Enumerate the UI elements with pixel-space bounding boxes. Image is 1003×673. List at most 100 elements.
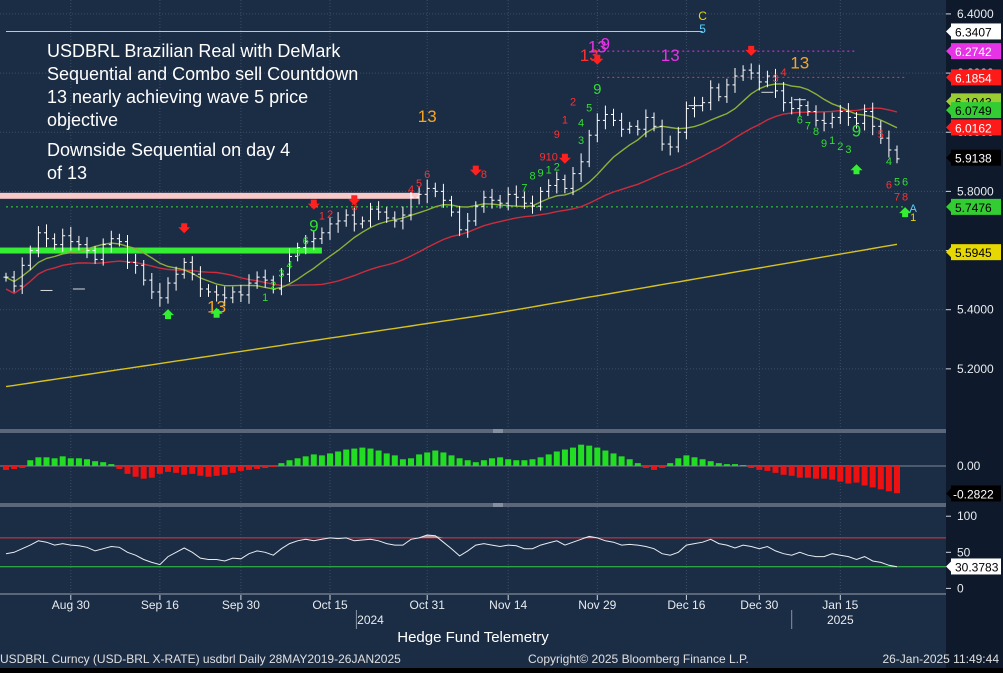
price-badge: 6.1854 bbox=[946, 69, 1001, 86]
footer-copyright: Copyright© 2025 Bloomberg Finance L.P. bbox=[528, 652, 749, 666]
macd-histogram-bar bbox=[108, 464, 115, 467]
macd-separator[interactable] bbox=[0, 429, 946, 433]
x-tick-label: Aug 30 bbox=[52, 598, 90, 612]
price-badge-label: 6.0162 bbox=[955, 121, 992, 135]
macd-histogram-bar bbox=[367, 448, 374, 467]
td-setup-count: 1 bbox=[829, 135, 835, 147]
macd-histogram-bar bbox=[383, 453, 390, 467]
x-tick-label: Nov 14 bbox=[489, 598, 527, 612]
macd-histogram-bar bbox=[602, 450, 609, 467]
td-setup-count: 9 bbox=[554, 129, 560, 141]
price-tick-label: 5.8000 bbox=[957, 184, 994, 198]
td-setup-count: 9 bbox=[821, 138, 827, 150]
x-tick-label: Nov 29 bbox=[578, 598, 616, 612]
td-count-label: 13 bbox=[790, 54, 809, 73]
price-badge-label: 6.0749 bbox=[955, 104, 992, 118]
td-setup-count: 3 bbox=[578, 135, 584, 147]
td-setup-count: 8 bbox=[813, 126, 819, 138]
price-badge-label: 5.5945 bbox=[955, 246, 992, 260]
price-badge: 5.7476 bbox=[946, 198, 1001, 215]
rsi-separator[interactable] bbox=[0, 503, 946, 507]
rsi-tick-label: 100 bbox=[957, 509, 977, 523]
price-badge: 5.9138 bbox=[946, 149, 1001, 166]
td-count-label: 5 bbox=[699, 22, 706, 36]
macd-histogram-bar bbox=[213, 466, 220, 476]
td-setup-count: 2 bbox=[837, 141, 843, 153]
td-setup-count: 4 bbox=[781, 67, 787, 79]
chart-stage: C 5 13 13 13 13 13 13 9 9 9 9 910 A 1 1 2 3 4 5 6 7 8 9 1 2 3 4 5 6 7 8… bbox=[0, 0, 1003, 668]
macd-histogram-bar bbox=[432, 450, 439, 467]
td-setup-count: 5 bbox=[416, 178, 422, 190]
macd-histogram-bar bbox=[885, 466, 892, 492]
price-badge-label: 6.2742 bbox=[955, 45, 992, 59]
td-setup-count: 6 bbox=[797, 114, 803, 126]
td-setup-count: 8 bbox=[481, 169, 487, 181]
x-tick-label: Dec 16 bbox=[667, 598, 705, 612]
macd-histogram-bar bbox=[513, 460, 520, 467]
macd-histogram-bar bbox=[756, 466, 763, 470]
macd-histogram-bar bbox=[651, 466, 657, 470]
macd-histogram-bar bbox=[845, 466, 852, 484]
macd-histogram-bar bbox=[351, 448, 358, 467]
td-setup-count: 7 bbox=[805, 120, 811, 132]
td-setup-count: 4 bbox=[408, 184, 414, 196]
macd-histogram-bar bbox=[51, 458, 58, 467]
td-setup-count: 5 bbox=[878, 129, 884, 141]
macd-histogram-bar bbox=[561, 449, 568, 467]
x-tick-label: Oct 31 bbox=[410, 598, 446, 612]
x-tick-label: Dec 30 bbox=[740, 598, 778, 612]
macd-histogram-bar bbox=[732, 464, 738, 467]
td-setup-count: 4 bbox=[578, 117, 584, 129]
macd-histogram-bar bbox=[424, 452, 431, 467]
macd-histogram-bar bbox=[675, 458, 682, 467]
x-year-label: 2024 bbox=[357, 613, 384, 627]
macd-histogram-bar bbox=[375, 450, 382, 467]
macd-histogram-bar bbox=[634, 463, 641, 467]
macd-histogram-bar bbox=[59, 456, 66, 467]
macd-histogram-bar bbox=[43, 457, 50, 467]
macd-histogram-bar bbox=[861, 466, 868, 486]
price-badge-label: 5.9138 bbox=[955, 152, 992, 166]
macd-histogram-bar bbox=[67, 458, 74, 467]
macd-histogram-bar bbox=[521, 460, 528, 467]
macd-histogram-bar bbox=[877, 466, 884, 490]
macd-histogram-bar bbox=[173, 466, 180, 473]
macd-histogram-bar bbox=[27, 460, 34, 467]
macd-histogram-bar bbox=[707, 461, 714, 467]
macd-histogram-bar bbox=[626, 459, 633, 467]
td-setup-count: 4 bbox=[286, 259, 292, 271]
td-count-label: 9 bbox=[852, 122, 861, 141]
td-setup-count: 1 bbox=[546, 165, 552, 177]
td-count-label: 9 bbox=[601, 34, 610, 53]
macd-histogram-bar bbox=[772, 466, 779, 473]
td-setup-count: 6 bbox=[424, 169, 430, 181]
td-setup-count: 7 bbox=[894, 191, 900, 203]
macd-histogram-bar bbox=[148, 466, 155, 478]
macd-histogram-bar bbox=[723, 464, 730, 467]
macd-histogram-bar bbox=[416, 454, 423, 467]
price-badge-label: 6.1854 bbox=[955, 71, 992, 85]
macd-histogram-bar bbox=[740, 465, 747, 467]
xaxis-separator bbox=[0, 593, 946, 595]
macd-histogram-bar bbox=[408, 458, 414, 467]
macd-histogram-bar bbox=[659, 466, 666, 468]
price-badge: 5.5945 bbox=[946, 244, 1001, 261]
macd-histogram-bar bbox=[869, 466, 876, 488]
macd-histogram-bar bbox=[92, 461, 99, 467]
annotation-sell-countdown: USDBRL Brazilian Real with DeMark Sequen… bbox=[47, 41, 359, 130]
td-count-label: 9 bbox=[309, 216, 318, 235]
macd-histogram-bar bbox=[553, 451, 560, 467]
macd-histogram-bar bbox=[489, 458, 495, 467]
rsi-badge-label: 30.3783 bbox=[955, 560, 999, 574]
price-badge: 6.2742 bbox=[946, 43, 1001, 60]
macd-histogram-bar bbox=[246, 466, 252, 470]
td-setup-count: 6 bbox=[886, 179, 892, 191]
macd-histogram-bar bbox=[853, 466, 860, 483]
td-setup-count: 7 bbox=[521, 182, 527, 194]
watermark-title: Hedge Fund Telemetry bbox=[397, 629, 549, 646]
macd-histogram-bar bbox=[529, 459, 536, 467]
macd-histogram-bar bbox=[229, 466, 236, 473]
price-badge: 6.0749 bbox=[946, 102, 1001, 119]
macd-histogram-bar bbox=[497, 457, 504, 467]
macd-histogram-bar bbox=[11, 466, 18, 469]
